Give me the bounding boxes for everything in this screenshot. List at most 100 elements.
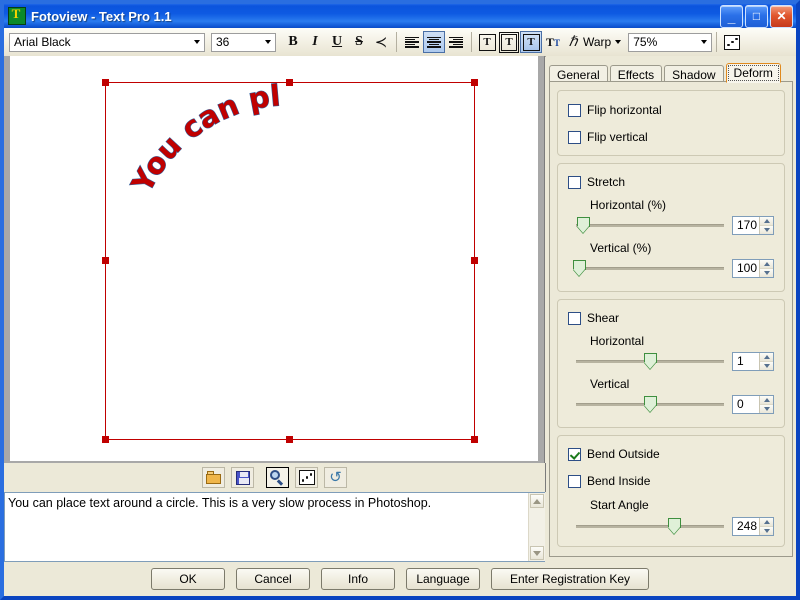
- strikethrough-button[interactable]: S: [348, 31, 370, 53]
- resize-handle-bottom-center[interactable]: [286, 436, 293, 443]
- shear-row[interactable]: Shear: [568, 310, 774, 326]
- minimize-button[interactable]: _: [720, 4, 743, 28]
- align-left-icon: [405, 36, 419, 48]
- stretch-vertical-slider[interactable]: [572, 258, 724, 278]
- shear-horizontal-slider[interactable]: [576, 351, 724, 371]
- align-left-button[interactable]: [401, 31, 423, 53]
- resize-handle-top-left[interactable]: [102, 79, 109, 86]
- selection-rectangle[interactable]: [102, 79, 478, 443]
- spinner-down-icon[interactable]: [760, 225, 773, 234]
- shear-vertical-slider[interactable]: [576, 394, 724, 414]
- scroll-up-button[interactable]: [530, 494, 544, 508]
- texture-button[interactable]: [721, 31, 743, 53]
- start-angle-spinner[interactable]: 248: [732, 516, 774, 536]
- shear-checkbox[interactable]: [568, 311, 581, 325]
- spinner-up-icon[interactable]: [760, 395, 773, 405]
- random-button[interactable]: [295, 467, 318, 488]
- shear-label: Shear: [587, 311, 620, 325]
- align-center-button[interactable]: [423, 31, 445, 53]
- open-file-button[interactable]: [202, 467, 225, 488]
- spinner-buttons[interactable]: [759, 216, 773, 234]
- italic-button[interactable]: I: [304, 31, 326, 53]
- align-right-button[interactable]: [445, 31, 467, 53]
- bend-outside-row[interactable]: Bend Outside: [568, 446, 774, 462]
- warp-path-icon: ℏ: [568, 34, 578, 50]
- text-editor-value[interactable]: You can place text around a circle. This…: [8, 496, 527, 511]
- resize-handle-bottom-right[interactable]: [471, 436, 478, 443]
- tab-deform[interactable]: Deform: [725, 63, 781, 83]
- stretch-checkbox[interactable]: [568, 175, 581, 189]
- start-angle-slider[interactable]: [576, 516, 724, 536]
- underline-button[interactable]: U: [326, 31, 348, 53]
- text-editor-scrollbar[interactable]: [528, 493, 545, 561]
- close-button[interactable]: ✕: [770, 4, 793, 28]
- resize-handle-middle-left[interactable]: [102, 257, 109, 264]
- spinner-up-icon[interactable]: [760, 216, 773, 226]
- slider-thumb[interactable]: [644, 353, 657, 369]
- text-editor[interactable]: You can place text around a circle. This…: [4, 492, 545, 562]
- slider-thumb[interactable]: [572, 260, 586, 276]
- bold-button[interactable]: B: [282, 31, 304, 53]
- preview-button[interactable]: [266, 467, 289, 488]
- spinner-buttons[interactable]: [759, 259, 773, 277]
- resize-handle-top-center[interactable]: [286, 79, 293, 86]
- kerning-button[interactable]: ≺: [370, 31, 392, 53]
- font-size-select[interactable]: 36: [211, 32, 276, 52]
- save-file-button[interactable]: [231, 467, 254, 488]
- font-family-select[interactable]: Arial Black: [9, 32, 205, 52]
- zoom-select[interactable]: 75%: [628, 32, 713, 52]
- outline-text-button[interactable]: T: [476, 31, 498, 53]
- flip-horizontal-checkbox[interactable]: [568, 103, 581, 117]
- spinner-up-icon[interactable]: [760, 352, 773, 362]
- scroll-down-button[interactable]: [530, 546, 544, 560]
- flip-horizontal-row[interactable]: Flip horizontal: [568, 102, 774, 118]
- folder-open-icon: [205, 471, 222, 484]
- chevron-down-icon[interactable]: [696, 34, 711, 51]
- spinner-buttons[interactable]: [759, 517, 773, 535]
- flip-vertical-checkbox[interactable]: [568, 130, 581, 144]
- spinner-buttons[interactable]: [759, 395, 773, 413]
- slider-thumb[interactable]: [667, 518, 681, 534]
- spinner-down-icon[interactable]: [760, 404, 773, 413]
- magnifier-icon: [270, 470, 285, 485]
- bend-outside-checkbox[interactable]: [568, 447, 581, 461]
- chevron-down-icon[interactable]: [189, 34, 204, 51]
- bend-inside-checkbox[interactable]: [568, 474, 581, 488]
- spinner-down-icon[interactable]: [760, 361, 773, 370]
- stretch-horizontal-slider[interactable]: [576, 215, 724, 235]
- shear-horizontal-spinner[interactable]: 1: [732, 351, 774, 371]
- bend-inside-row[interactable]: Bend Inside: [568, 473, 774, 489]
- slider-thumb[interactable]: [577, 217, 591, 233]
- spinner-up-icon[interactable]: [760, 517, 773, 527]
- warp-icon-button[interactable]: ℏ: [564, 31, 582, 53]
- info-button[interactable]: Info: [321, 568, 395, 590]
- stretch-vertical-spinner[interactable]: 100: [732, 258, 774, 278]
- spinner-down-icon[interactable]: [760, 526, 773, 535]
- refresh-button[interactable]: ↺: [324, 467, 347, 488]
- spinner-buttons[interactable]: [759, 352, 773, 370]
- slider-thumb[interactable]: [644, 396, 657, 412]
- cancel-button[interactable]: Cancel: [236, 568, 310, 590]
- chevron-down-icon[interactable]: [260, 34, 275, 51]
- resize-handle-top-right[interactable]: [471, 79, 478, 86]
- hollow-text-button[interactable]: T: [498, 31, 520, 53]
- stretch-row[interactable]: Stretch: [568, 174, 774, 190]
- text-size-button[interactable]: TT: [542, 31, 564, 53]
- warp-dropdown-icon[interactable]: [611, 40, 625, 44]
- resize-handle-bottom-left[interactable]: [102, 436, 109, 443]
- spinner-down-icon[interactable]: [760, 268, 773, 277]
- start-angle-row: 248: [568, 516, 774, 536]
- resize-handle-middle-right[interactable]: [471, 257, 478, 264]
- maximize-button[interactable]: □: [745, 4, 768, 28]
- spinner-up-icon[interactable]: [760, 259, 773, 269]
- language-button[interactable]: Language: [406, 568, 480, 590]
- fill-text-button[interactable]: T: [520, 31, 542, 53]
- design-canvas[interactable]: You can place text around a circle. This…: [10, 56, 538, 461]
- ok-button[interactable]: OK: [151, 568, 225, 590]
- register-button[interactable]: Enter Registration Key: [491, 568, 649, 590]
- shear-vertical-spinner[interactable]: 0: [732, 394, 774, 414]
- stretch-horizontal-spinner[interactable]: 170: [732, 215, 774, 235]
- shear-horizontal-value: 1: [737, 354, 744, 368]
- kerning-icon: ≺: [374, 34, 388, 51]
- flip-vertical-row[interactable]: Flip vertical: [568, 129, 774, 145]
